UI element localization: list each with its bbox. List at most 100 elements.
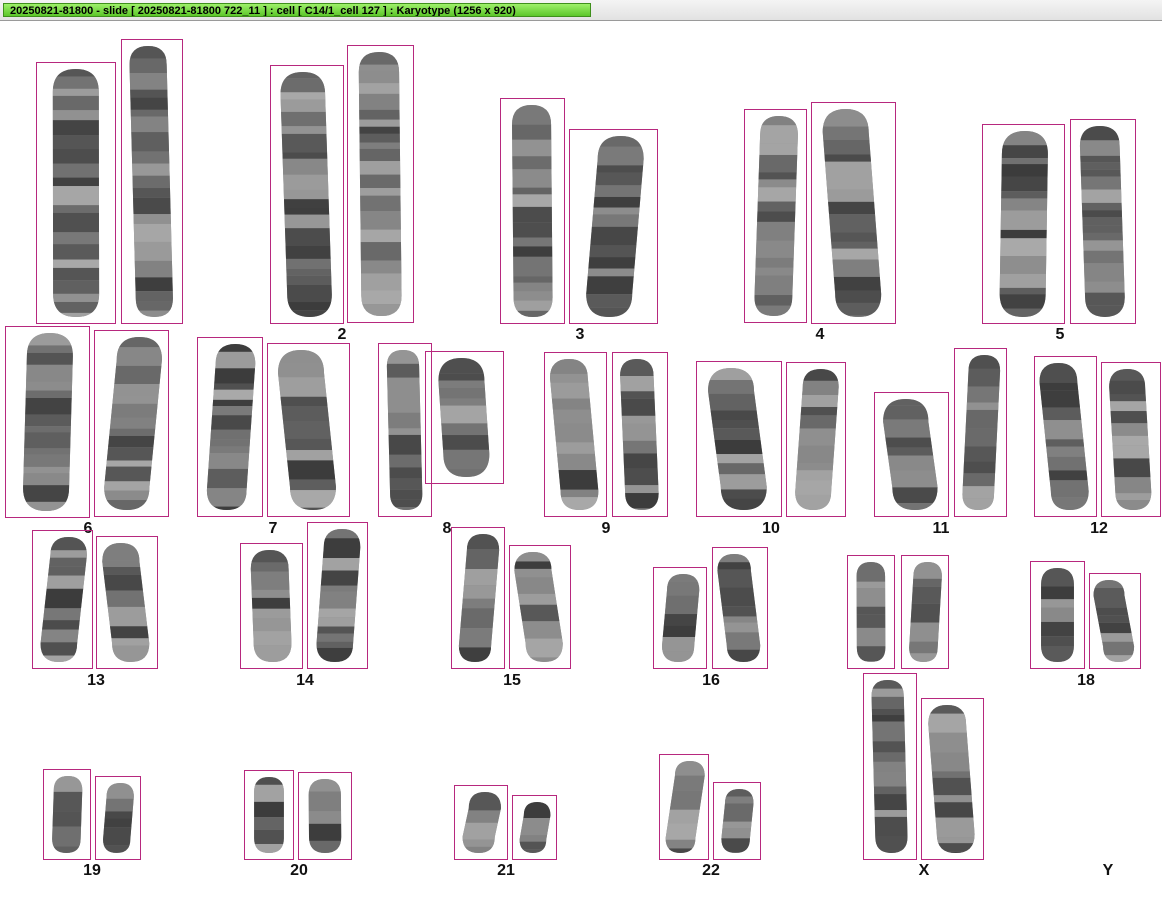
chromosome-band [1093, 655, 1135, 662]
chromosome-band [308, 779, 342, 792]
chromosome-band [129, 277, 173, 292]
chromosome-band [458, 549, 500, 570]
chromosome-17b[interactable] [901, 555, 949, 669]
chromosome-band [278, 363, 336, 378]
chromosome-12b[interactable] [1101, 362, 1161, 517]
chromosome-band [586, 196, 644, 208]
chromosome-8a[interactable] [378, 343, 432, 517]
chromosome-21b[interactable] [512, 795, 557, 860]
chromosome-band [104, 395, 162, 404]
chromosome-band [871, 772, 908, 787]
chromosome-band [1039, 480, 1089, 498]
chromosome-13b[interactable] [96, 536, 158, 669]
chromosome-13a[interactable] [32, 530, 93, 669]
chromosome-2a[interactable] [270, 65, 344, 324]
chromosome-3b[interactable] [569, 129, 658, 324]
chromosome-10a[interactable] [696, 361, 782, 517]
chromosome-16b[interactable] [712, 547, 768, 669]
chromosome-band [23, 426, 73, 433]
chromosome-14b[interactable] [307, 522, 368, 669]
chromosome-body [514, 552, 563, 662]
chromosome-body [1109, 369, 1152, 510]
chromosome-8b[interactable] [425, 351, 504, 484]
chromosome-body [250, 550, 292, 662]
chromosome-20b[interactable] [298, 772, 352, 860]
chromosome-band [717, 649, 761, 662]
chromosome-16a[interactable] [653, 567, 707, 669]
chromosome-7b[interactable] [267, 343, 350, 517]
chromosome-band [458, 598, 500, 609]
chromosome-band [586, 294, 644, 308]
chromosome-band [620, 468, 659, 486]
chromosome-1a[interactable] [36, 62, 116, 324]
chromosome-10b[interactable] [786, 362, 846, 517]
chromosome-6b[interactable] [94, 330, 169, 517]
chromosome-22b[interactable] [713, 782, 761, 860]
chromosome-18a[interactable] [1030, 561, 1085, 669]
chromosome-15a[interactable] [451, 527, 505, 669]
chromosome-21a[interactable] [454, 785, 508, 860]
chromosome-14a[interactable] [240, 543, 303, 669]
chromosome-xa[interactable] [863, 673, 917, 860]
chromosome-band [665, 848, 705, 853]
chromosome-band [822, 214, 882, 233]
chromosome-band [104, 466, 162, 482]
chromosome-label-11: 11 [932, 520, 950, 537]
chromosome-19b[interactable] [95, 776, 141, 860]
chromosome-band [280, 152, 332, 159]
chromosome-band [1039, 446, 1089, 457]
chromosome-band [586, 185, 644, 197]
chromosome-1b[interactable] [121, 39, 183, 324]
chromosome-9a[interactable] [544, 352, 607, 517]
chromosome-body [962, 355, 1001, 510]
chromosome-body [661, 574, 700, 662]
chromosome-band [358, 210, 402, 230]
chromosome-band [928, 837, 975, 844]
chromosome-band [23, 501, 73, 511]
chromosome-band [909, 653, 942, 662]
chromosome-band [962, 486, 1001, 499]
chromosome-band [512, 187, 553, 195]
window-title-tab[interactable]: 20250821-81800 - slide [ 20250821-81800 … [3, 3, 591, 17]
chromosome-band [254, 801, 284, 818]
chromosome-9b[interactable] [612, 352, 668, 517]
chromosome-band [999, 145, 1048, 159]
chromosome-19a[interactable] [43, 769, 91, 860]
chromosome-band [1039, 382, 1089, 391]
chromosome-5b[interactable] [1070, 119, 1136, 324]
chromosome-band [1041, 621, 1074, 637]
chromosome-band [708, 368, 767, 381]
chromosome-17a[interactable] [847, 555, 895, 669]
chromosome-20a[interactable] [244, 770, 294, 860]
chromosome-4b[interactable] [811, 102, 896, 324]
chromosome-band [280, 258, 332, 269]
chromosome-body [708, 368, 767, 510]
chromosome-band [129, 116, 173, 133]
chromosome-band [278, 490, 336, 508]
chromosome-band [278, 438, 336, 451]
chromosome-2b[interactable] [347, 45, 414, 323]
chromosome-band [129, 310, 173, 317]
chromosome-6a[interactable] [5, 326, 90, 518]
chromosome-3a[interactable] [500, 98, 565, 324]
chromosome-band [586, 214, 644, 227]
chromosome-xb[interactable] [921, 698, 984, 860]
chromosome-band [1079, 140, 1125, 156]
chromosome-band [586, 276, 644, 295]
chromosome-18b[interactable] [1089, 573, 1141, 669]
chromosome-4a[interactable] [744, 109, 807, 323]
chromosome-12a[interactable] [1034, 356, 1097, 517]
chromosome-band [280, 245, 332, 259]
chromosome-5a[interactable] [982, 124, 1065, 324]
chromosome-band [962, 386, 1001, 403]
chromosome-band [250, 631, 292, 646]
chromosome-band [661, 625, 700, 637]
chromosome-22a[interactable] [659, 754, 709, 860]
chromosome-11b[interactable] [954, 348, 1007, 517]
chromosome-band [206, 415, 256, 430]
chromosome-band [1079, 292, 1125, 306]
chromosome-15b[interactable] [509, 545, 571, 669]
chromosome-11a[interactable] [874, 392, 949, 517]
chromosome-band [962, 402, 1001, 410]
chromosome-7a[interactable] [197, 337, 263, 517]
